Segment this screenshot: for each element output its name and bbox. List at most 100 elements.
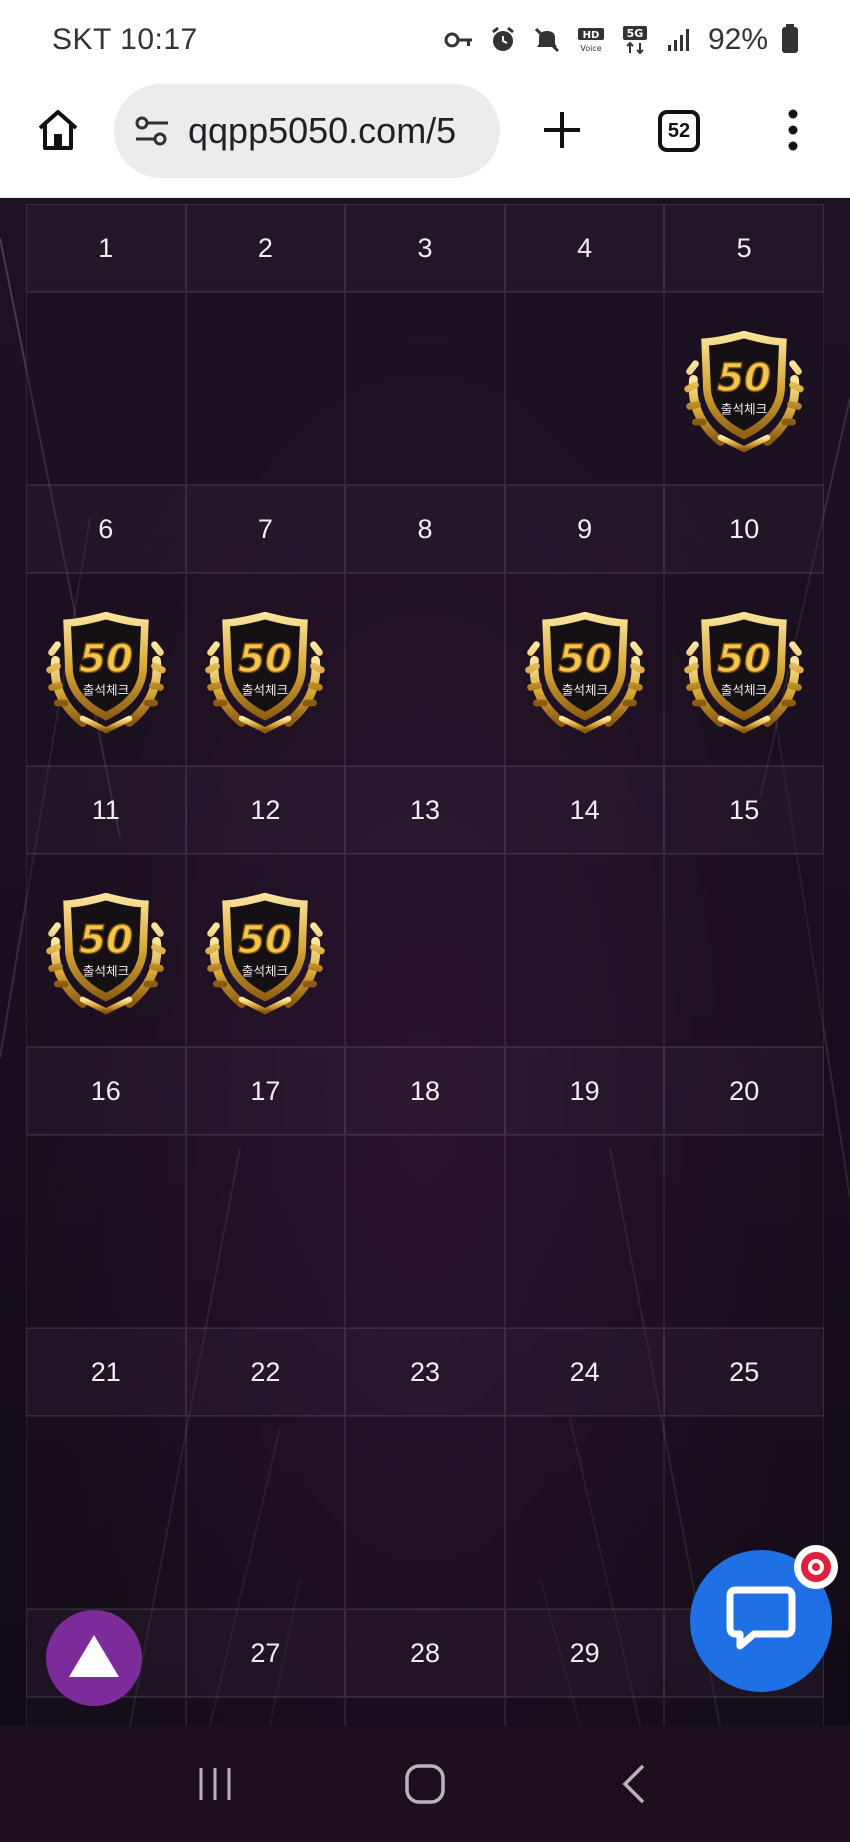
system-navigation-bar [0,1726,850,1842]
chat-bubble-icon [724,1584,798,1659]
calendar-day-cell: 50 출석체크 [185,573,346,766]
carrier-time: SKT 10:17 [52,23,198,56]
calendar-day-number: 27 [185,1609,346,1697]
battery-icon [782,24,798,53]
calendar-day-cell [664,854,824,1047]
calendar-day-cell [26,1135,186,1328]
tab-switcher-icon[interactable]: 52 [658,110,700,152]
calendar-day-cell [345,573,505,766]
calendar-day-cell [345,1135,505,1328]
calendar-day-number: 20 [664,1047,824,1135]
attendance-badge-icon: 50 출석체크 [46,892,166,1014]
calendar-day-cell [345,292,505,485]
calendar-week-body [26,1697,824,1726]
calendar-day-number: 10 [664,485,824,573]
badge-number: 50 [717,355,771,400]
more-icon[interactable] [778,108,808,152]
calendar-day-number: 4 [504,204,665,292]
badge-number: 50 [558,636,612,681]
page-content[interactable]: 12345 50 출석체크 6 7 8 9 10 50 출석체크 50 출석체크… [0,198,850,1726]
home-circle-icon[interactable] [395,1754,455,1814]
badge-number: 50 [717,636,771,681]
alarm-icon [488,25,518,55]
scroll-top-button[interactable] [46,1610,142,1706]
calendar-day-number: 8 [345,485,505,573]
calendar-day-number: 6 [26,485,186,573]
badge-label: 출석체크 [721,682,767,697]
calendar-day-number: 3 [345,204,505,292]
calendar-day-number: 12 [185,766,346,854]
calendar-day-number: 7 [185,485,346,573]
calendar-day-cell: 50 출석체크 [26,573,186,766]
calendar-day-number: 13 [345,766,505,854]
back-icon[interactable] [605,1754,665,1814]
calendar-day-cell [504,1416,665,1609]
calendar-day-number: 23 [345,1328,505,1416]
calendar-day-cell [185,1416,346,1609]
triangle-up-icon [67,1633,121,1684]
calendar-day-cell [504,854,665,1047]
calendar-day-cell [504,1135,665,1328]
calendar-day-cell: 50 출석체크 [26,854,186,1047]
tab-count: 52 [667,119,691,142]
calendar-day-cell [185,292,346,485]
calendar-day-number: 19 [504,1047,665,1135]
recent-apps-icon[interactable] [185,1754,245,1814]
calendar-week-body [26,1135,824,1328]
chat-notification-badge [794,1545,838,1589]
calendar-day-cell [185,1697,346,1726]
calendar-week-header: 16 17 18 19 20 [26,1047,824,1135]
calendar-day-number: 16 [26,1047,186,1135]
badge-label: 출석체크 [561,682,607,697]
attendance-calendar: 12345 50 출석체크 6 7 8 9 10 50 출석체크 50 출석체크… [26,204,824,1726]
calendar-day-number: 29 [504,1609,665,1697]
calendar-day-number: 2 [185,204,346,292]
badge-number: 50 [238,917,292,962]
attendance-badge-icon: 50 출석체크 [684,330,804,452]
calendar-day-number: 5 [664,204,824,292]
vpn-key-icon [444,25,474,55]
new-tab-icon[interactable] [540,108,584,152]
attendance-badge-icon: 50 출석체크 [205,892,326,1014]
home-icon[interactable] [34,106,82,154]
calendar-day-number: 28 [345,1609,505,1697]
badge-label: 출석체크 [242,963,288,978]
calendar-day-number: 21 [26,1328,186,1416]
calendar-day-cell [185,1135,346,1328]
svg-text:5G: 5G [627,27,644,40]
mute-icon [532,25,562,55]
battery-percent: 92% [707,23,768,56]
badge-number: 50 [238,636,292,681]
url-text[interactable]: qqpp5050.com/5 [188,110,456,152]
site-settings-icon[interactable] [132,113,172,149]
attendance-badge-icon: 50 출석체크 [684,611,804,733]
calendar-day-cell [26,1416,186,1609]
svg-text:Voice: Voice [580,44,601,53]
calendar-day-cell [345,1697,505,1726]
status-bar: SKT 10:17 HD Voice 5G 92% [0,0,850,80]
calendar-day-number: 11 [26,766,186,854]
calendar-day-number: 14 [504,766,665,854]
browser-toolbar: qqpp5050.com/5 52 [0,80,850,198]
calendar-day-cell: 50 출석체크 [664,292,824,485]
calendar-day-number: 1 [26,204,186,292]
calendar-week-header: 21 22 23 24 25 [26,1328,824,1416]
calendar-day-cell [504,292,665,485]
badge-label: 출석체크 [83,963,129,978]
badge-number: 50 [79,917,133,962]
calendar-day-cell: 50 출석체크 [664,573,824,766]
attendance-badge-icon: 50 출석체크 [205,611,326,733]
signal-icon [664,25,694,55]
calendar-day-number: 22 [185,1328,346,1416]
calendar-week-header: 11 12 13 14 15 [26,766,824,854]
calendar-day-number: 17 [185,1047,346,1135]
calendar-day-cell [26,292,186,485]
badge-label: 출석체크 [721,401,767,416]
calendar-day-cell [664,1135,824,1328]
svg-text:HD: HD [583,30,600,41]
calendar-day-cell [504,1697,665,1726]
calendar-day-number: 15 [664,766,824,854]
status-icons: HD Voice 5G 92% [444,23,798,57]
address-bar[interactable]: qqpp5050.com/5 [114,84,500,178]
badge-number: 50 [79,636,133,681]
